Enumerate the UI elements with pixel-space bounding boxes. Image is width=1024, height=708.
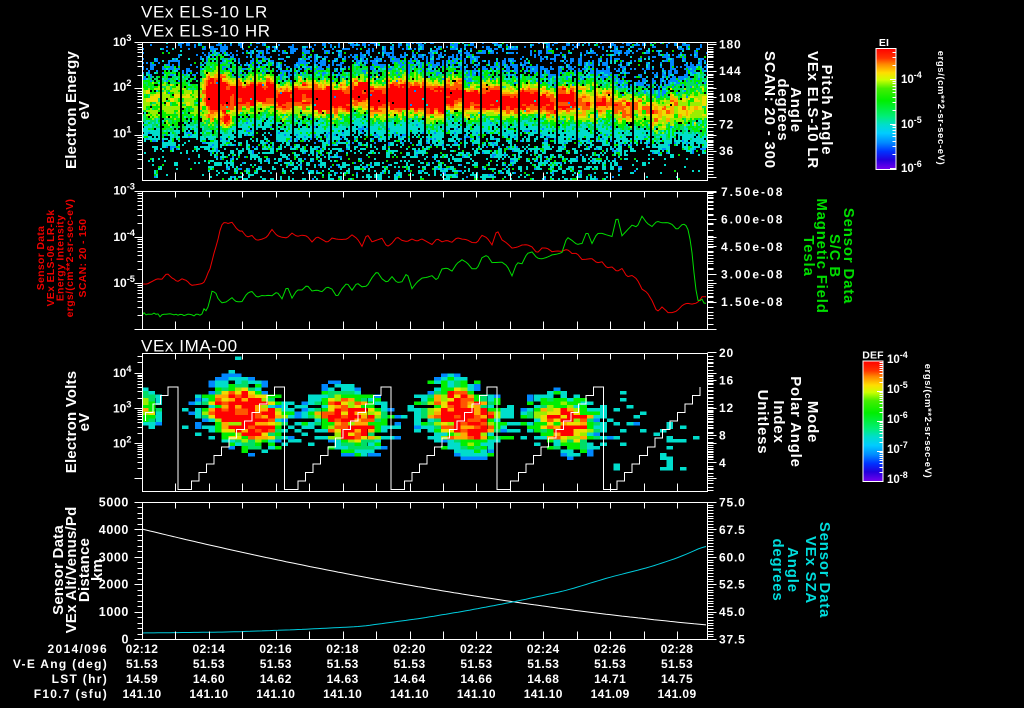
svg-text:180: 180 [719, 38, 741, 52]
svg-text:51.53: 51.53 [126, 657, 158, 671]
svg-text:02:16: 02:16 [259, 642, 292, 656]
svg-text:Mode: Mode [804, 401, 821, 443]
svg-text:ergs/(cm**2-sr-sec-eV): ergs/(cm**2-sr-sec-eV) [64, 199, 76, 318]
svg-text:V-E Ang (deg): V-E Ang (deg) [13, 657, 108, 671]
svg-text:51.53: 51.53 [327, 657, 359, 671]
svg-text:5000: 5000 [99, 496, 129, 510]
svg-text:51.53: 51.53 [661, 657, 693, 671]
svg-text:141.10: 141.10 [189, 687, 228, 701]
svg-text:51.53: 51.53 [393, 657, 425, 671]
svg-text:14.64: 14.64 [393, 672, 425, 686]
svg-text:4.50e-08: 4.50e-08 [721, 240, 784, 254]
svg-text:141.09: 141.09 [591, 687, 630, 701]
svg-text:12: 12 [719, 401, 734, 415]
svg-text:02:20: 02:20 [393, 642, 426, 656]
svg-text:141.10: 141.10 [323, 687, 362, 701]
svg-text:Angle: Angle [784, 547, 801, 593]
svg-text:144: 144 [719, 64, 741, 78]
svg-text:37.5: 37.5 [719, 633, 746, 647]
svg-text:Angle: Angle [787, 87, 804, 133]
svg-text:VEx ELS-10 LR: VEx ELS-10 LR [141, 3, 268, 22]
svg-text:67.5: 67.5 [719, 523, 746, 537]
svg-text:14.75: 14.75 [661, 672, 693, 686]
svg-text:141.10: 141.10 [390, 687, 429, 701]
svg-text:02:14: 02:14 [193, 642, 226, 656]
svg-text:Polar Angle: Polar Angle [787, 376, 804, 468]
svg-text:SCAN: 20 - 150: SCAN: 20 - 150 [77, 219, 89, 298]
svg-text:1.50e-08: 1.50e-08 [721, 295, 784, 309]
svg-text:60.0: 60.0 [719, 550, 746, 564]
svg-text:141.09: 141.09 [657, 687, 696, 701]
svg-text:6.00e-08: 6.00e-08 [721, 213, 784, 227]
svg-text:51.53: 51.53 [260, 657, 292, 671]
svg-text:51.53: 51.53 [527, 657, 559, 671]
svg-text:14.60: 14.60 [193, 672, 225, 686]
svg-text:EI: EI [879, 37, 889, 49]
svg-text:LST (hr): LST (hr) [52, 672, 108, 686]
svg-text:14.68: 14.68 [527, 672, 559, 686]
svg-text:3.00e-08: 3.00e-08 [721, 268, 784, 282]
svg-text:52.5: 52.5 [719, 578, 746, 592]
svg-text:02:12: 02:12 [126, 642, 159, 656]
svg-text:Index: Index [770, 400, 787, 443]
svg-text:02:28: 02:28 [661, 642, 694, 656]
svg-text:75.0: 75.0 [719, 496, 746, 510]
svg-text:51.53: 51.53 [193, 657, 225, 671]
svg-text:14.59: 14.59 [126, 672, 158, 686]
svg-text:14.62: 14.62 [260, 672, 292, 686]
svg-text:4000: 4000 [99, 523, 129, 537]
svg-text:7.50e-08: 7.50e-08 [721, 185, 784, 199]
svg-text:20: 20 [719, 346, 734, 360]
svg-text:51.53: 51.53 [594, 657, 626, 671]
svg-text:8: 8 [719, 429, 726, 443]
svg-text:141.10: 141.10 [457, 687, 496, 701]
svg-text:ergs/(cm**2-sr-sec-eV): ergs/(cm**2-sr-sec-eV) [922, 364, 933, 479]
svg-text:02:22: 02:22 [460, 642, 493, 656]
svg-text:14.71: 14.71 [594, 672, 626, 686]
svg-text:Sensor Data: Sensor Data [840, 208, 857, 304]
svg-text:14.66: 14.66 [460, 672, 492, 686]
svg-text:14.63: 14.63 [327, 672, 359, 686]
svg-text:VEx IMA-00: VEx IMA-00 [141, 337, 238, 356]
svg-text:Unitless: Unitless [754, 390, 771, 455]
svg-text:eV: eV [76, 413, 93, 432]
svg-text:VEx ELS-10 HR: VEx ELS-10 HR [141, 22, 271, 41]
svg-text:16: 16 [719, 374, 734, 388]
svg-text:eV: eV [76, 101, 93, 120]
svg-text:108: 108 [719, 91, 741, 105]
svg-text:02:24: 02:24 [527, 642, 560, 656]
svg-text:1000: 1000 [99, 605, 129, 619]
svg-text:ergs/(cm**2-sr-sec-eV): ergs/(cm**2-sr-sec-eV) [935, 51, 946, 166]
svg-text:02:26: 02:26 [594, 642, 627, 656]
svg-text:km: km [89, 559, 106, 581]
svg-text:141.10: 141.10 [122, 687, 161, 701]
svg-text:45.0: 45.0 [719, 605, 746, 619]
svg-text:Pitch Angle: Pitch Angle [818, 65, 835, 156]
svg-text:4: 4 [719, 456, 726, 470]
svg-text:F10.7 (sfu): F10.7 (sfu) [34, 687, 108, 701]
svg-text:141.10: 141.10 [256, 687, 295, 701]
svg-text:141.10: 141.10 [524, 687, 563, 701]
svg-text:02:18: 02:18 [326, 642, 359, 656]
svg-text:degrees: degrees [769, 538, 786, 601]
svg-text:DEF: DEF [862, 350, 884, 362]
svg-text:51.53: 51.53 [460, 657, 492, 671]
svg-text:72: 72 [719, 118, 734, 132]
svg-text:Sensor Data: Sensor Data [816, 522, 833, 618]
svg-text:2014/096: 2014/096 [48, 642, 108, 656]
svg-text:36: 36 [719, 144, 734, 158]
